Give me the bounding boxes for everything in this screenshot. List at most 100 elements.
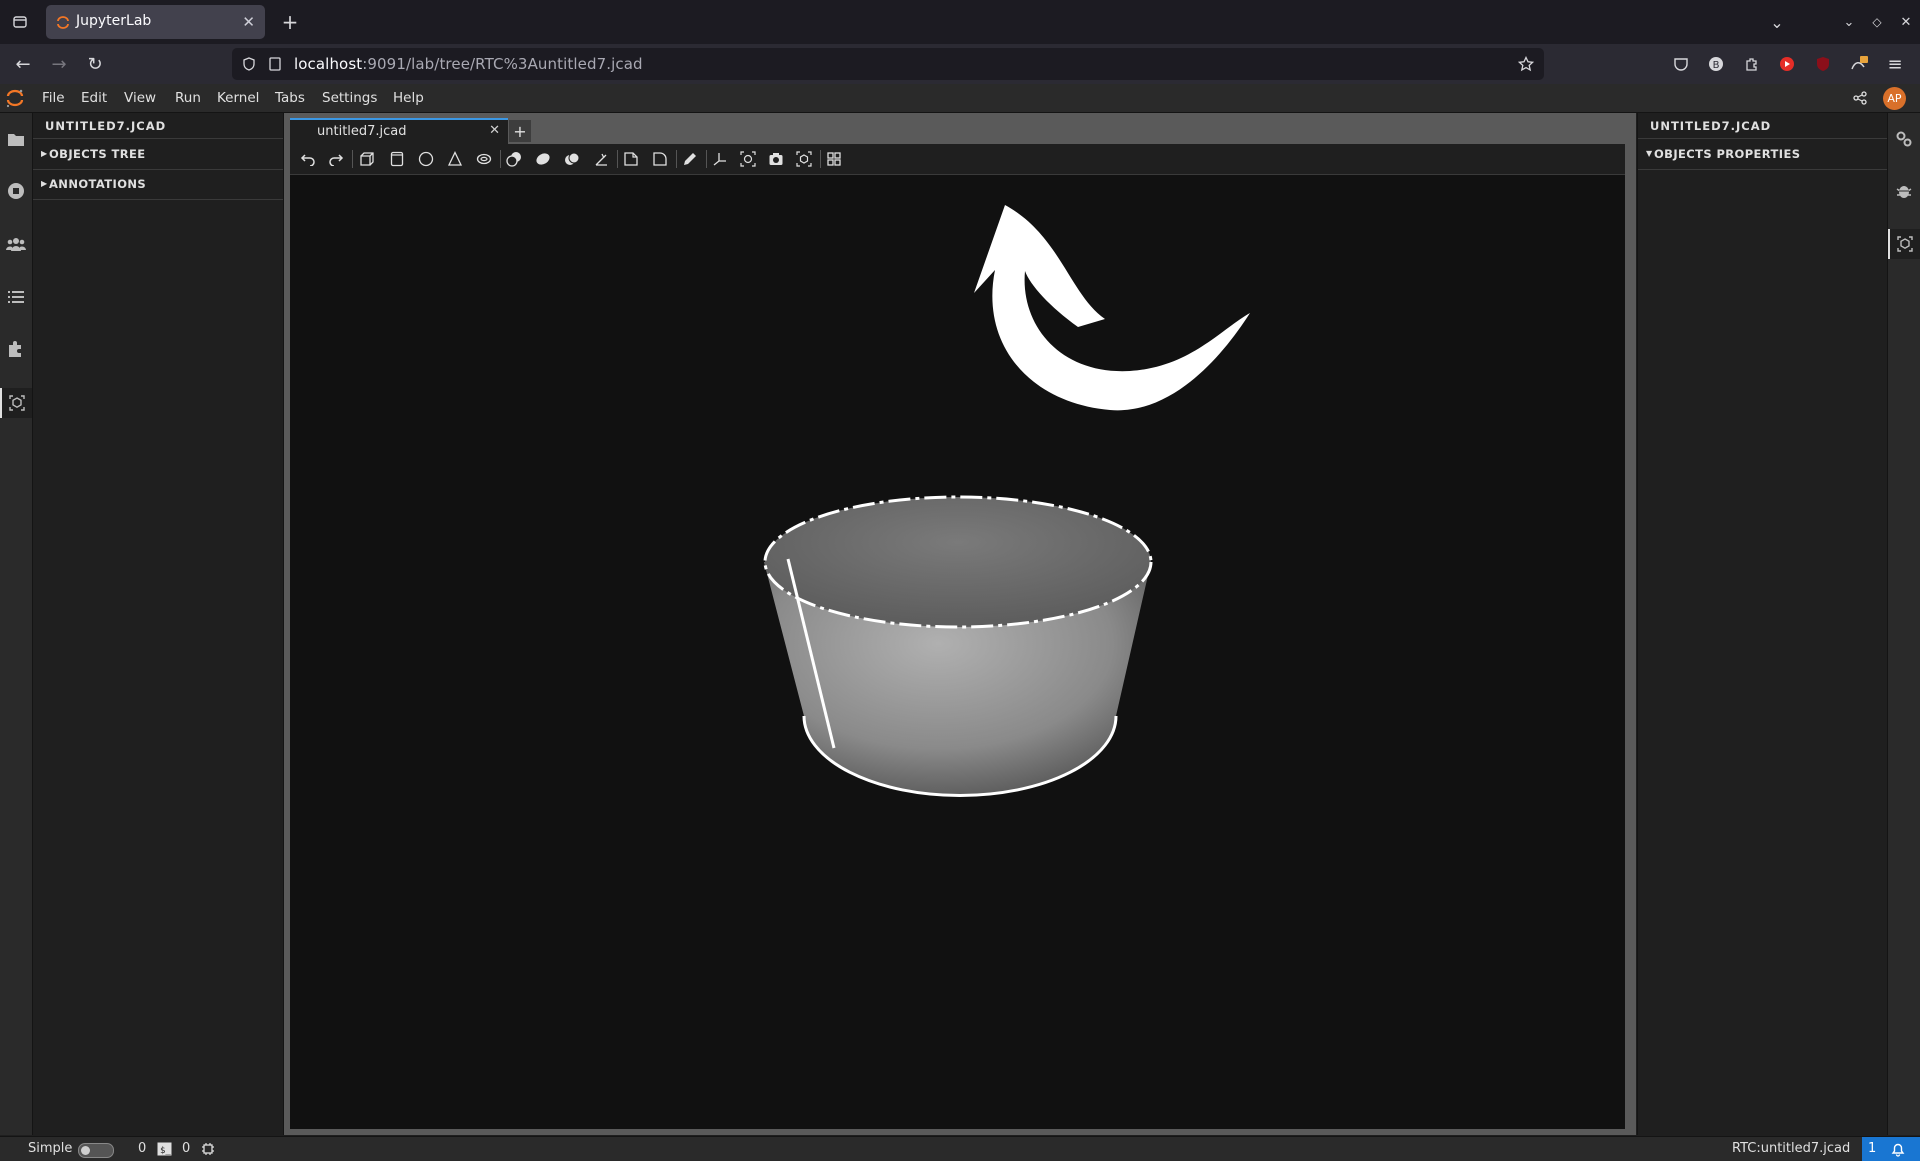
caret-down-icon: ▼ (1646, 149, 1653, 158)
menu-tabs[interactable]: Tabs (275, 90, 305, 106)
wireframe-view-icon[interactable] (793, 149, 815, 169)
intersection-icon[interactable] (590, 149, 612, 169)
url-bar[interactable]: localhost:9091/lab/tree/RTC%3Auntitled7.… (232, 48, 1544, 80)
page-info-icon[interactable] (268, 57, 282, 71)
bookmark-star-icon[interactable] (1518, 56, 1534, 72)
3d-viewport[interactable] (290, 175, 1625, 1129)
tab-untitled7-jcad[interactable]: untitled7.jcad ✕ (290, 118, 508, 145)
list-tabs-icon[interactable]: ⌄ (1762, 7, 1792, 37)
close-doc-tab-icon[interactable]: ✕ (489, 123, 500, 138)
menu-run[interactable]: Run (175, 90, 201, 106)
url-path: :9091/lab/tree/RTC%3Auntitled7.jcad (362, 55, 643, 73)
svg-text:$_: $_ (160, 1146, 171, 1156)
terminal-icon[interactable]: $_ (157, 1142, 172, 1156)
section-objects-tree-label: OBJECTS TREE (49, 147, 146, 161)
box-icon[interactable] (356, 149, 378, 169)
caret-right-icon: ▶ (41, 179, 48, 188)
menu-kernel[interactable]: Kernel (217, 90, 259, 106)
sketch-pencil-icon[interactable] (679, 149, 701, 169)
restore-icon[interactable]: ◇ (1862, 7, 1892, 37)
cylinder-icon[interactable] (386, 149, 408, 169)
minimize-icon[interactable]: ⌄ (1834, 7, 1864, 37)
new-tab-icon[interactable]: + (275, 7, 305, 37)
forward-icon[interactable]: → (44, 49, 74, 79)
extensions-puzzle-icon[interactable] (1737, 49, 1767, 79)
chamfer-icon[interactable] (620, 149, 642, 169)
camera-icon[interactable] (765, 149, 787, 169)
extension-b-icon[interactable]: B (1701, 49, 1731, 79)
frustum-solid[interactable] (763, 495, 1153, 798)
browser-tab-bar: JupyterLab ✕ + ⌄ ⌄ ◇ ✕ (0, 0, 1920, 44)
jupyter-favicon-icon (57, 16, 69, 29)
menu-help[interactable]: Help (393, 90, 424, 106)
section-objects-tree[interactable]: ▶ OBJECTS TREE (33, 138, 283, 170)
cut-icon[interactable] (503, 149, 525, 169)
redo-icon[interactable] (325, 149, 347, 169)
property-inspector-gears-icon[interactable] (1892, 127, 1916, 151)
extension-ublock-icon[interactable] (1808, 49, 1838, 79)
3d-scene (763, 205, 1250, 798)
menu-edit[interactable]: Edit (81, 90, 107, 106)
add-tab-button[interactable]: + (509, 120, 531, 142)
doc-tab-title: untitled7.jcad (317, 124, 407, 139)
extension-pocket-icon[interactable] (1666, 49, 1696, 79)
url-host: localhost (294, 55, 363, 73)
torus-icon[interactable] (473, 149, 495, 169)
grid-layout-icon[interactable] (823, 149, 845, 169)
svg-text:B: B (1713, 60, 1720, 71)
file-browser-folder-icon[interactable] (4, 127, 28, 151)
extension-manager-puzzle-icon[interactable] (4, 337, 28, 361)
notification-count: 1 (1868, 1141, 1877, 1156)
app-menu-icon[interactable]: ≡ (1880, 49, 1910, 79)
left-panel-objects: UNTITLED7.JCAD ▶ OBJECTS TREE ▶ ANNOTATI… (33, 113, 284, 1135)
close-window-icon[interactable]: ✕ (1891, 7, 1920, 37)
toggle-knob (81, 1146, 90, 1155)
left-sidebar-tabs (0, 113, 33, 1135)
union-icon[interactable] (561, 149, 583, 169)
undo-icon[interactable] (297, 149, 319, 169)
extrude-icon[interactable] (532, 149, 554, 169)
section-objects-properties[interactable]: ▼ OBJECTS PROPERTIES (1638, 138, 1888, 170)
extension-youtube-icon[interactable] (1772, 49, 1802, 79)
close-tab-icon[interactable]: ✕ (242, 13, 255, 31)
url-text: localhost:9091/lab/tree/RTC%3Auntitled7.… (294, 55, 643, 73)
section-annotations[interactable]: ▶ ANNOTATIONS (33, 169, 283, 200)
kernels-count: 0 (182, 1141, 191, 1156)
jupyterlab-menubar: File Edit View Run Kernel Tabs Settings … (0, 84, 1920, 113)
running-kernels-icon[interactable] (4, 179, 28, 203)
axes-icon[interactable] (709, 149, 731, 169)
kernel-chip-icon[interactable] (201, 1142, 215, 1156)
left-panel-title: UNTITLED7.JCAD (45, 119, 167, 133)
menu-settings[interactable]: Settings (322, 90, 377, 106)
reload-icon[interactable]: ↻ (80, 49, 110, 79)
extension-badge-icon[interactable] (1844, 49, 1874, 79)
right-panel-title: UNTITLED7.JCAD (1650, 119, 1772, 133)
share-icon[interactable] (1853, 91, 1867, 105)
section-annotations-label: ANNOTATIONS (49, 177, 147, 191)
browser-tab-title: JupyterLab (76, 13, 152, 29)
collaborators-icon[interactable] (4, 232, 28, 256)
shield-icon[interactable] (242, 57, 256, 71)
cone-icon[interactable] (444, 149, 466, 169)
explode-icon[interactable] (737, 149, 759, 169)
browser-tab[interactable]: JupyterLab ✕ (46, 5, 265, 39)
menu-view[interactable]: View (124, 90, 156, 106)
terminals-count: 0 (138, 1141, 147, 1156)
table-of-contents-icon[interactable] (4, 285, 28, 309)
back-icon[interactable]: ← (8, 49, 38, 79)
jcad-properties-icon[interactable] (1888, 229, 1920, 259)
jcad-objects-icon[interactable] (0, 388, 32, 418)
notifications-button[interactable]: 1 (1862, 1137, 1920, 1161)
user-avatar[interactable]: AP (1883, 87, 1906, 110)
fillet-icon[interactable] (649, 149, 671, 169)
right-sidebar-tabs (1887, 113, 1920, 1135)
right-panel-properties: UNTITLED7.JCAD ▼ OBJECTS PROPERTIES (1637, 113, 1888, 1135)
simple-mode-label: Simple (28, 1141, 73, 1156)
sphere-icon[interactable] (415, 149, 437, 169)
status-bar: Simple 0 $_ 0 RTC:untitled7.jcad 1 (0, 1136, 1920, 1161)
section-objects-properties-label: OBJECTS PROPERTIES (1654, 147, 1801, 161)
debugger-bug-icon[interactable] (1892, 179, 1916, 203)
menu-file[interactable]: File (42, 90, 65, 106)
simple-mode-toggle[interactable] (78, 1143, 114, 1158)
tab-overview-icon[interactable] (5, 7, 35, 37)
